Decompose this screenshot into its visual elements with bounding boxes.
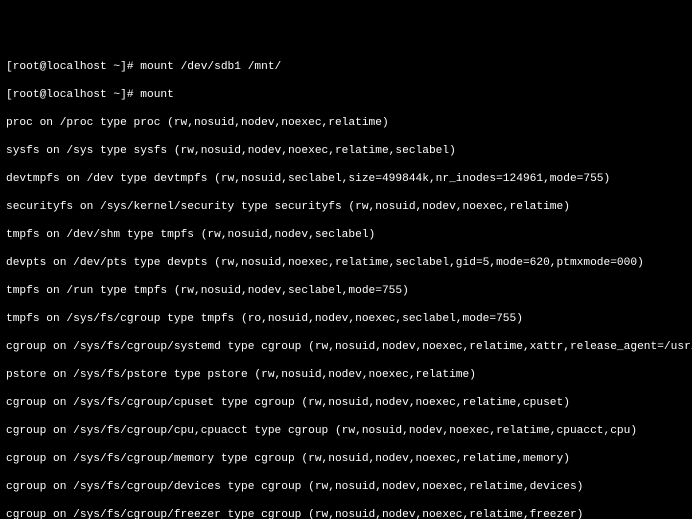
mount-output: tmpfs on /dev/shm type tmpfs (rw,nosuid,… [6,228,692,242]
mount-output: tmpfs on /sys/fs/cgroup type tmpfs (ro,n… [6,312,692,326]
mount-output: cgroup on /sys/fs/cgroup/cpu,cpuacct typ… [6,424,692,438]
mount-output: securityfs on /sys/kernel/security type … [6,200,692,214]
prompt-line-1: [root@localhost ~]# mount /dev/sdb1 /mnt… [6,60,692,74]
mount-output: cgroup on /sys/fs/cgroup/systemd type cg… [6,340,692,354]
mount-output: tmpfs on /run type tmpfs (rw,nosuid,node… [6,284,692,298]
mount-output: sysfs on /sys type sysfs (rw,nosuid,node… [6,144,692,158]
command-text: mount /dev/sdb1 /mnt/ [140,61,281,73]
mount-output: cgroup on /sys/fs/cgroup/memory type cgr… [6,452,692,466]
shell-prompt: [root@localhost ~]# [6,89,140,101]
prompt-line-2: [root@localhost ~]# mount [6,88,692,102]
command-text: mount [140,89,174,101]
mount-output: cgroup on /sys/fs/cgroup/freezer type cg… [6,508,692,519]
shell-prompt: [root@localhost ~]# [6,61,140,73]
mount-output: cgroup on /sys/fs/cgroup/devices type cg… [6,480,692,494]
mount-output: devtmpfs on /dev type devtmpfs (rw,nosui… [6,172,692,186]
mount-output: devpts on /dev/pts type devpts (rw,nosui… [6,256,692,270]
mount-output: cgroup on /sys/fs/cgroup/cpuset type cgr… [6,396,692,410]
mount-output: proc on /proc type proc (rw,nosuid,nodev… [6,116,692,130]
mount-output: pstore on /sys/fs/pstore type pstore (rw… [6,368,692,382]
